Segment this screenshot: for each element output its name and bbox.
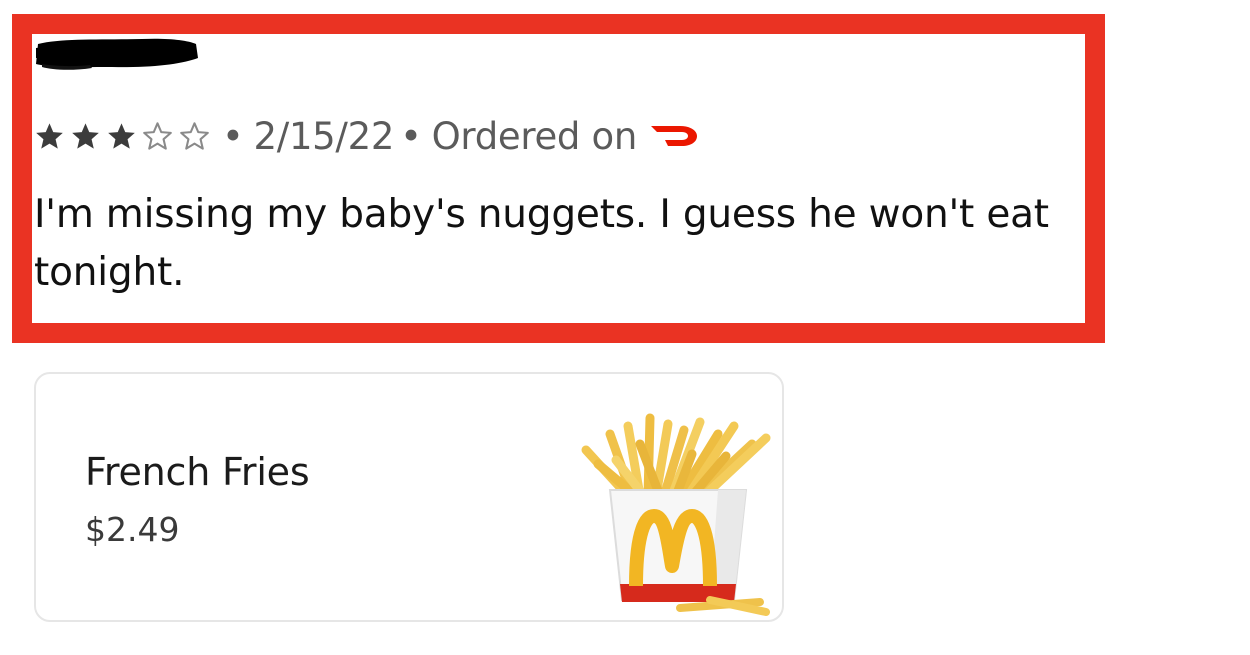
star-empty-icon bbox=[180, 121, 209, 150]
separator-dot: • bbox=[400, 114, 422, 158]
review-text: I'm missing my baby's nuggets. I guess h… bbox=[34, 192, 1049, 295]
ordered-on-label: Ordered on bbox=[431, 114, 638, 158]
star-rating bbox=[34, 121, 216, 152]
item-name: French Fries bbox=[85, 450, 310, 494]
review-date: 2/15/22 bbox=[253, 114, 395, 158]
doordash-logo-icon bbox=[651, 126, 698, 146]
star-filled-icon bbox=[108, 122, 135, 149]
star-empty-icon bbox=[143, 121, 172, 150]
french-fries-image bbox=[570, 404, 776, 618]
star-filled-icon bbox=[72, 122, 99, 149]
redacted-reviewer-name bbox=[32, 34, 200, 72]
item-price: $2.49 bbox=[85, 510, 180, 549]
star-filled-icon bbox=[36, 122, 63, 149]
separator-dot: • bbox=[222, 114, 244, 158]
menu-item-card[interactable]: French Fries $2.49 bbox=[34, 372, 784, 622]
review-meta-row: • 2/15/22 • Ordered on bbox=[34, 112, 699, 160]
